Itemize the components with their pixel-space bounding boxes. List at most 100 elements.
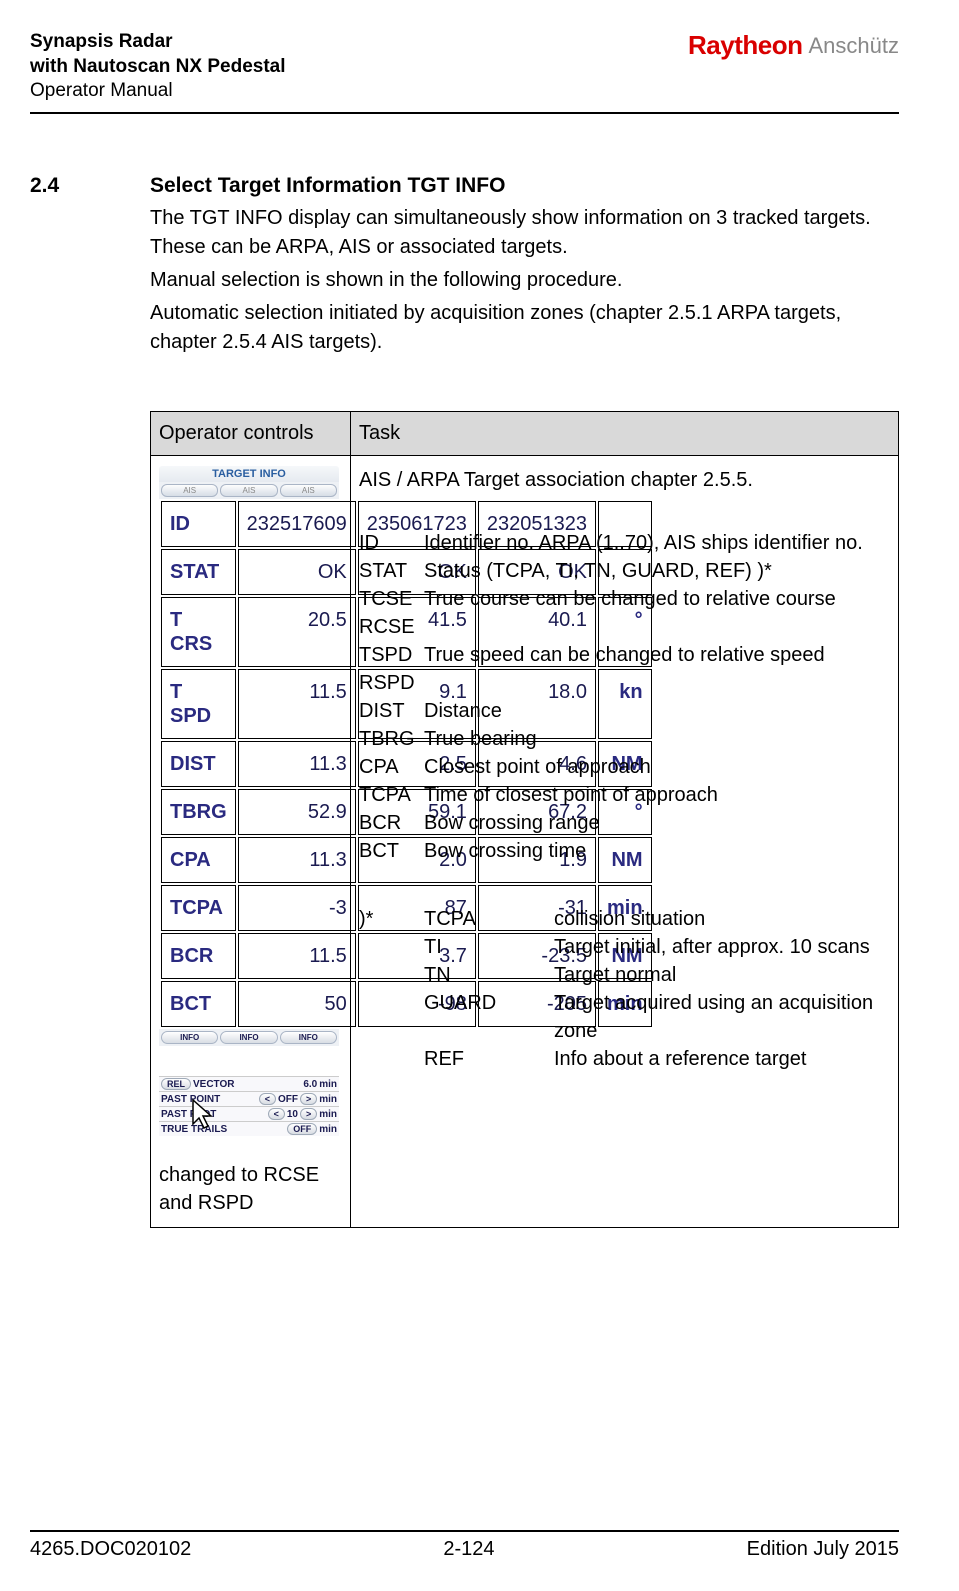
table-header-controls: Operator controls	[151, 412, 351, 456]
star-key: REF	[424, 1045, 554, 1073]
anschutz-logo: Anschütz	[809, 33, 900, 59]
true-trails-unit: min	[319, 1124, 337, 1135]
doc-title-1: Synapsis Radar	[30, 30, 286, 55]
definition-key: TBRG	[359, 725, 424, 753]
tgt-row-label: TBRG	[161, 789, 236, 835]
star-key: TCPA	[424, 905, 554, 933]
definition-row: RCSE	[359, 613, 890, 641]
star-value: Target acquired using an acquisition zon…	[554, 989, 890, 1045]
tgt-row-value: 52.9	[238, 789, 356, 835]
past-plot-prev[interactable]: <	[268, 1108, 285, 1120]
definition-row: CPAClosest point of approach	[359, 753, 890, 781]
raytheon-logo: Raytheon	[688, 30, 802, 61]
vector-label: VECTOR	[193, 1079, 301, 1090]
task-cell: AIS / ARPA Target association chapter 2.…	[351, 456, 899, 1228]
definition-value: Bow crossing range	[424, 809, 890, 837]
definition-row: TCSETrue course can be changed to relati…	[359, 585, 890, 613]
row-past-plot: PAST PLOT < 10 > min	[159, 1106, 339, 1121]
operator-controls-cell: TARGET INFO AIS AIS AIS ID23251760923506…	[151, 456, 351, 1228]
star-value: collision situation	[554, 905, 890, 933]
past-plot-unit: min	[319, 1109, 337, 1120]
definition-row: BCRBow crossing range	[359, 809, 890, 837]
past-plot-label: PAST PLOT	[161, 1109, 266, 1120]
section-row: 2.4 Select Target Information TGT INFO T…	[30, 174, 899, 361]
row-rel-vector: REL VECTOR 6.0 min	[159, 1076, 339, 1091]
star-key: GUARD	[424, 989, 554, 1045]
info-button-3[interactable]: INFO	[280, 1031, 337, 1044]
paragraph-1: The TGT INFO display can simultaneously …	[150, 204, 899, 262]
row-true-trails: TRUE TRAILS OFF min	[159, 1121, 339, 1136]
definition-value: Distance	[424, 697, 890, 725]
tgt-row-value: 232517609	[238, 501, 356, 547]
tgt-row-value: 11.3	[238, 837, 356, 883]
tgt-row-label: T CRS	[161, 597, 236, 667]
star-mark	[359, 933, 424, 961]
procedure-table: Operator controls Task TARGET INFO AIS A…	[150, 411, 899, 1228]
past-point-next[interactable]: >	[300, 1093, 317, 1105]
tab-ais-1[interactable]: AIS	[161, 484, 218, 497]
target-info-buttons: INFO INFO INFO	[159, 1029, 339, 1046]
header-right: Raytheon Anschütz	[688, 30, 899, 61]
past-point-prev[interactable]: <	[259, 1093, 276, 1105]
definition-row: TCPATime of closest point of approach	[359, 781, 890, 809]
page-header: Synapsis Radar with Nautoscan NX Pedesta…	[30, 30, 899, 104]
definition-key: TCPA	[359, 781, 424, 809]
past-plot-state: 10	[287, 1109, 298, 1120]
tab-ais-3[interactable]: AIS	[280, 484, 337, 497]
definition-value: Identifier no. ARPA (1..70), AIS ships i…	[424, 529, 890, 557]
star-row: )*TCPAcollision situation	[359, 905, 890, 933]
tgt-row-label: BCR	[161, 933, 236, 979]
section-body: Select Target Information TGT INFO The T…	[150, 174, 899, 361]
tgt-row-label: ID	[161, 501, 236, 547]
definition-key: TSPD	[359, 641, 424, 669]
header-rule	[30, 112, 899, 114]
footer-page-num: 2-124	[443, 1538, 494, 1561]
star-mark	[359, 989, 424, 1045]
header-left: Synapsis Radar with Nautoscan NX Pedesta…	[30, 30, 286, 104]
tab-ais-2[interactable]: AIS	[220, 484, 277, 497]
definition-value: True bearing	[424, 725, 890, 753]
past-plot-next[interactable]: >	[300, 1108, 317, 1120]
target-info-title: TARGET INFO	[159, 466, 339, 482]
definition-key: RCSE	[359, 613, 424, 641]
page-footer: 4265.DOC020102 2-124 Edition July 2015	[30, 1530, 899, 1561]
definition-value: True speed can be changed to relative sp…	[424, 641, 890, 669]
star-key: TI	[424, 933, 554, 961]
tgt-row-label: T SPD	[161, 669, 236, 739]
star-note: )*TCPAcollision situationTITarget initia…	[359, 905, 890, 1073]
definition-row: RSPD	[359, 669, 890, 697]
definition-key: TCSE	[359, 585, 424, 613]
definition-key: BCR	[359, 809, 424, 837]
true-trails-label: TRUE TRAILS	[161, 1124, 285, 1135]
definition-key: BCT	[359, 837, 424, 865]
past-point-state: OFF	[278, 1094, 298, 1105]
tgt-row-label: BCT	[161, 981, 236, 1027]
tgt-row-value: 20.5	[238, 597, 356, 667]
rel-button[interactable]: REL	[161, 1078, 191, 1090]
star-mark	[359, 961, 424, 989]
star-row: GUARDTarget acquired using an acquisitio…	[359, 989, 890, 1045]
definition-key: STAT	[359, 557, 424, 585]
info-button-1[interactable]: INFO	[161, 1031, 218, 1044]
past-point-label: PAST POINT	[161, 1094, 257, 1105]
row-past-point: PAST POINT < OFF > min	[159, 1091, 339, 1106]
panel-caption: changed to RCSE and RSPD	[159, 1161, 342, 1217]
star-row: REF Info about a reference target	[359, 1045, 890, 1073]
tgt-row-value: 50	[238, 981, 356, 1027]
definition-key: RSPD	[359, 669, 424, 697]
definition-value: True course can be changed to relative c…	[424, 585, 890, 613]
star-value: Target initial, after approx. 10 scans	[554, 933, 890, 961]
definition-value: Status (TCPA, TI, TN, GUARD, REF) )*	[424, 557, 890, 585]
true-trails-button[interactable]: OFF	[287, 1123, 317, 1135]
star-row: TITarget initial, after approx. 10 scans	[359, 933, 890, 961]
definition-row: BCTBow crossing time	[359, 837, 890, 865]
doc-title-3: Operator Manual	[30, 79, 286, 104]
doc-title-2: with Nautoscan NX Pedestal	[30, 55, 286, 80]
definition-value: Time of closest point of approach	[424, 781, 890, 809]
vector-unit: min	[319, 1079, 337, 1090]
target-info-tabs: AIS AIS AIS	[159, 482, 339, 499]
definition-value: Closest point of approach	[424, 753, 890, 781]
definition-row: IDIdentifier no. ARPA (1..70), AIS ships…	[359, 529, 890, 557]
star-mark	[359, 1045, 424, 1073]
info-button-2[interactable]: INFO	[220, 1031, 277, 1044]
